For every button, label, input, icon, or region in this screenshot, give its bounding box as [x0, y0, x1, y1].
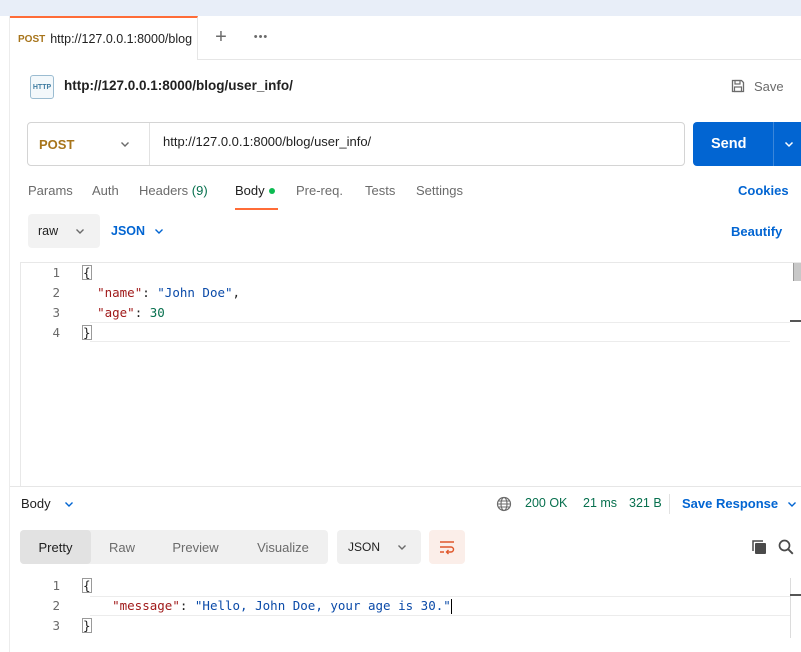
- wrap-lines-button[interactable]: [429, 530, 465, 564]
- code-close-brace: }: [82, 325, 92, 340]
- json-key: "message": [112, 598, 180, 613]
- tab-body-label: Body: [235, 183, 265, 198]
- beautify-button[interactable]: Beautify: [731, 224, 782, 239]
- line-number: 2: [52, 598, 60, 613]
- code-line: {: [82, 265, 92, 280]
- tab-prereq[interactable]: Pre-req.: [296, 183, 343, 198]
- pane-resize-handle[interactable]: [10, 486, 801, 487]
- request-tab[interactable]: POST http://127.0.0.1:8000/blog: [10, 16, 198, 60]
- body-language-label: JSON: [111, 224, 146, 238]
- tab-body[interactable]: Body: [235, 183, 275, 198]
- active-tab-underline: [235, 208, 278, 210]
- save-icon: [731, 79, 745, 93]
- line-number: 1: [52, 578, 60, 593]
- copy-icon[interactable]: [750, 538, 768, 556]
- line-number: 4: [52, 325, 60, 340]
- chevron-down-icon: [155, 229, 163, 234]
- status-divider: [669, 494, 670, 514]
- code-close-brace: }: [82, 618, 92, 633]
- response-format-label: JSON: [348, 540, 381, 554]
- globe-icon[interactable]: [496, 496, 512, 512]
- wrap-lines-icon: [440, 541, 455, 555]
- response-section-dropdown[interactable]: Body: [21, 496, 75, 511]
- view-tab-pretty[interactable]: Pretty: [20, 530, 91, 564]
- response-section-label: Body: [21, 496, 51, 511]
- tab-title: http://127.0.0.1:8000/blog: [50, 32, 193, 46]
- left-sidebar-edge: [0, 16, 10, 652]
- body-active-dot: [268, 187, 275, 194]
- code-open-brace: {: [82, 578, 92, 593]
- json-key: "name": [97, 285, 143, 300]
- body-mode-label: raw: [38, 224, 59, 238]
- body-language-dropdown[interactable]: JSON: [111, 224, 165, 238]
- code-line: }: [82, 618, 92, 633]
- cookies-link[interactable]: Cookies: [738, 183, 789, 198]
- tab-headers-count: (9): [191, 183, 208, 198]
- text-caret: [450, 599, 452, 614]
- code-line: "age": 30: [97, 305, 165, 320]
- body-mode-dropdown[interactable]: raw: [28, 214, 100, 248]
- line-number: 2: [52, 285, 60, 300]
- response-scrollbar[interactable]: [790, 578, 791, 638]
- response-scroll-marker: [790, 594, 801, 596]
- window-top-strip: [0, 0, 801, 16]
- chevron-down-icon: [121, 142, 129, 147]
- tab-method-label: POST: [18, 33, 46, 45]
- send-options-chevron-icon[interactable]: [783, 138, 795, 150]
- http-request-icon: HTTP: [30, 75, 54, 99]
- send-button[interactable]: Send: [693, 122, 801, 166]
- request-title[interactable]: http://127.0.0.1:8000/blog/user_info/: [64, 78, 293, 93]
- code-line: "name": "John Doe",: [97, 285, 241, 300]
- json-key: "age": [97, 305, 135, 320]
- code-line: }: [82, 325, 92, 340]
- view-tab-preview[interactable]: Preview: [153, 530, 238, 564]
- tab-tests[interactable]: Tests: [365, 183, 395, 198]
- send-divider: [773, 122, 774, 166]
- line-number: 1: [52, 265, 60, 280]
- save-response-button[interactable]: Save Response: [682, 496, 798, 511]
- json-number-value: 30: [149, 305, 165, 320]
- response-time[interactable]: 21 ms: [583, 496, 617, 510]
- chevron-down-icon: [398, 545, 406, 550]
- chevron-down-icon: [64, 501, 73, 507]
- editor-scroll-marker: [790, 320, 801, 322]
- method-label: POST: [39, 136, 75, 152]
- tab-auth[interactable]: Auth: [92, 183, 119, 198]
- save-button[interactable]: Save: [730, 78, 784, 94]
- active-line-highlight: [90, 322, 790, 342]
- send-label: Send: [711, 136, 747, 152]
- tab-params[interactable]: Params: [28, 183, 73, 198]
- code-line: "message": "Hello, John Doe, your age is…: [112, 598, 452, 614]
- save-label: Save: [754, 78, 784, 94]
- response-size[interactable]: 321 B: [629, 496, 662, 510]
- save-response-label: Save Response: [682, 496, 779, 511]
- more-tabs-ellipsis-icon[interactable]: •••: [250, 26, 272, 48]
- response-format-dropdown[interactable]: JSON: [337, 530, 421, 564]
- tab-headers[interactable]: Headers (9): [139, 183, 208, 198]
- tab-headers-label: Headers: [139, 183, 189, 198]
- chevron-down-icon: [788, 501, 797, 507]
- editor-scrollbar[interactable]: [793, 263, 801, 281]
- line-number: 3: [52, 305, 60, 320]
- json-string-value: "John Doe": [157, 285, 233, 300]
- line-number: 3: [52, 618, 60, 633]
- method-dropdown[interactable]: POST: [28, 123, 150, 165]
- code-open-brace: {: [82, 265, 92, 280]
- url-input[interactable]: http://127.0.0.1:8000/blog/user_info/: [163, 134, 371, 149]
- search-icon[interactable]: [777, 538, 795, 556]
- view-tab-visualize[interactable]: Visualize: [238, 530, 328, 564]
- code-line: {: [82, 578, 92, 593]
- new-tab-plus-icon[interactable]: +: [210, 26, 232, 48]
- status-code[interactable]: 200 OK: [525, 496, 567, 510]
- json-string-value: "Hello, John Doe, your age is 30.": [194, 598, 451, 613]
- view-tab-raw[interactable]: Raw: [91, 530, 153, 564]
- tab-settings[interactable]: Settings: [416, 183, 463, 198]
- chevron-down-icon: [76, 229, 84, 234]
